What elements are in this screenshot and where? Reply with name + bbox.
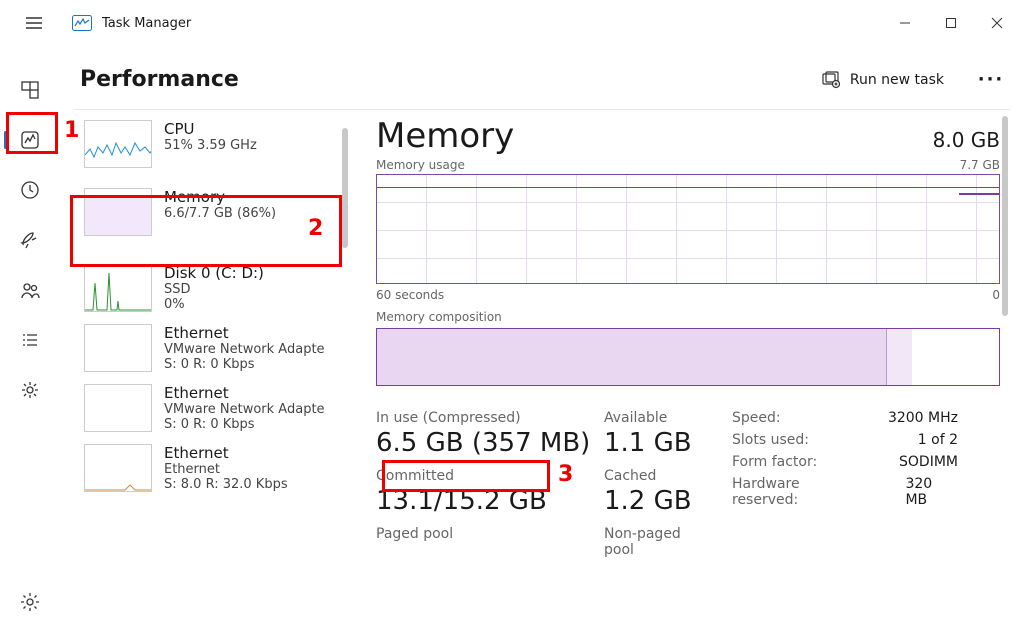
nav-settings[interactable] — [10, 582, 50, 622]
spec-key: Speed: — [732, 410, 781, 426]
detail-title: Memory — [376, 116, 514, 156]
usage-label: Memory usage — [376, 158, 465, 172]
menu-button[interactable] — [16, 5, 52, 41]
resource-sub: 6.6/7.7 GB (86%) — [164, 206, 276, 221]
resource-disk[interactable]: Disk 0 (C: D:) SSD 0% — [80, 258, 348, 318]
inuse-value: 6.5 GB (357 MB) — [376, 428, 604, 458]
spec-val: 1 of 2 — [918, 432, 958, 448]
nav-performance[interactable] — [10, 120, 50, 160]
annotation-num-1: 1 — [64, 118, 79, 143]
resource-sub: S: 0 R: 0 Kbps — [164, 357, 325, 372]
disk-thumb — [84, 264, 152, 312]
run-task-button[interactable]: Run new task — [810, 65, 956, 95]
resource-title: Disk 0 (C: D:) — [164, 264, 264, 282]
resource-list: CPU 51% 3.59 GHz Memory 6.6/7.7 GB (86%) — [74, 110, 350, 632]
eth-thumb — [84, 324, 152, 372]
resource-title: CPU — [164, 120, 257, 138]
spec-key: Form factor: — [732, 454, 817, 470]
committed-value: 13.1/15.2 GB — [376, 486, 604, 516]
eth-thumb — [84, 384, 152, 432]
minimize-button[interactable] — [882, 0, 928, 46]
resource-sub: S: 8.0 R: 32.0 Kbps — [164, 477, 288, 492]
detail-panel: Memory 8.0 GB Memory usage 7.7 GB 60 sec… — [350, 110, 1010, 632]
nav-startup[interactable] — [10, 220, 50, 260]
close-button[interactable] — [974, 0, 1020, 46]
spec-val: 3200 MHz — [888, 410, 958, 426]
app-icon — [72, 15, 92, 31]
available-label: Available — [604, 410, 714, 426]
resource-eth-2[interactable]: Ethernet VMware Network Adapte S: 0 R: 0… — [80, 378, 348, 438]
resource-title: Memory — [164, 188, 276, 206]
page-title: Performance — [80, 67, 239, 92]
annotation-num-2: 2 — [308, 216, 323, 241]
resource-title: Ethernet — [164, 324, 325, 342]
app-title: Task Manager — [102, 16, 191, 31]
cpu-thumb — [84, 120, 152, 168]
spec-val: 320 MB — [905, 476, 958, 508]
resource-sub: 51% 3.59 GHz — [164, 138, 257, 153]
resource-title: Ethernet — [164, 384, 325, 402]
nav-services[interactable] — [10, 370, 50, 410]
nav-processes[interactable] — [10, 70, 50, 110]
run-task-label: Run new task — [850, 72, 944, 88]
x-end: 0 — [992, 288, 1000, 302]
inuse-label: In use (Compressed) — [376, 410, 604, 426]
cached-label: Cached — [604, 468, 714, 484]
main-area: Performance Run new task ··· CPU 51% 3.5… — [60, 46, 1024, 632]
resource-sub: S: 0 R: 0 Kbps — [164, 417, 325, 432]
title-bar: Task Manager — [0, 0, 1024, 46]
resource-sub: 0% — [164, 297, 264, 312]
memory-usage-chart[interactable] — [376, 174, 1000, 284]
cached-value: 1.2 GB — [604, 486, 714, 516]
usage-max: 7.7 GB — [960, 158, 1000, 172]
nonpaged-label: Non-paged pool — [604, 526, 714, 558]
resource-eth-3[interactable]: Ethernet Ethernet S: 8.0 R: 32.0 Kbps — [80, 438, 348, 498]
nav-history[interactable] — [10, 170, 50, 210]
nav-users[interactable] — [10, 270, 50, 310]
spec-val: SODIMM — [899, 454, 958, 470]
memory-composition-chart[interactable] — [376, 328, 1000, 386]
nav-sidebar — [0, 46, 60, 632]
resource-title: Ethernet — [164, 444, 288, 462]
paged-label: Paged pool — [376, 526, 604, 542]
resource-sub: Ethernet — [164, 462, 288, 477]
spec-key: Hardware reserved: — [732, 476, 869, 508]
composition-label: Memory composition — [376, 310, 1000, 324]
resource-sub: SSD — [164, 282, 264, 297]
annotation-num-3: 3 — [558, 462, 573, 487]
spec-key: Slots used: — [732, 432, 809, 448]
resource-sub: VMware Network Adapte — [164, 342, 325, 357]
resource-cpu[interactable]: CPU 51% 3.59 GHz — [80, 114, 348, 174]
eth-thumb — [84, 444, 152, 492]
x-start: 60 seconds — [376, 288, 444, 302]
window-controls — [882, 0, 1020, 46]
memory-thumb — [84, 188, 152, 236]
resource-eth-1[interactable]: Ethernet VMware Network Adapte S: 0 R: 0… — [80, 318, 348, 378]
maximize-button[interactable] — [928, 0, 974, 46]
memory-total: 8.0 GB — [933, 128, 1000, 152]
page-header: Performance Run new task ··· — [74, 50, 1010, 110]
available-value: 1.1 GB — [604, 428, 714, 458]
resource-sub: VMware Network Adapte — [164, 402, 325, 417]
nav-details[interactable] — [10, 320, 50, 360]
more-button[interactable]: ··· — [972, 61, 1010, 99]
